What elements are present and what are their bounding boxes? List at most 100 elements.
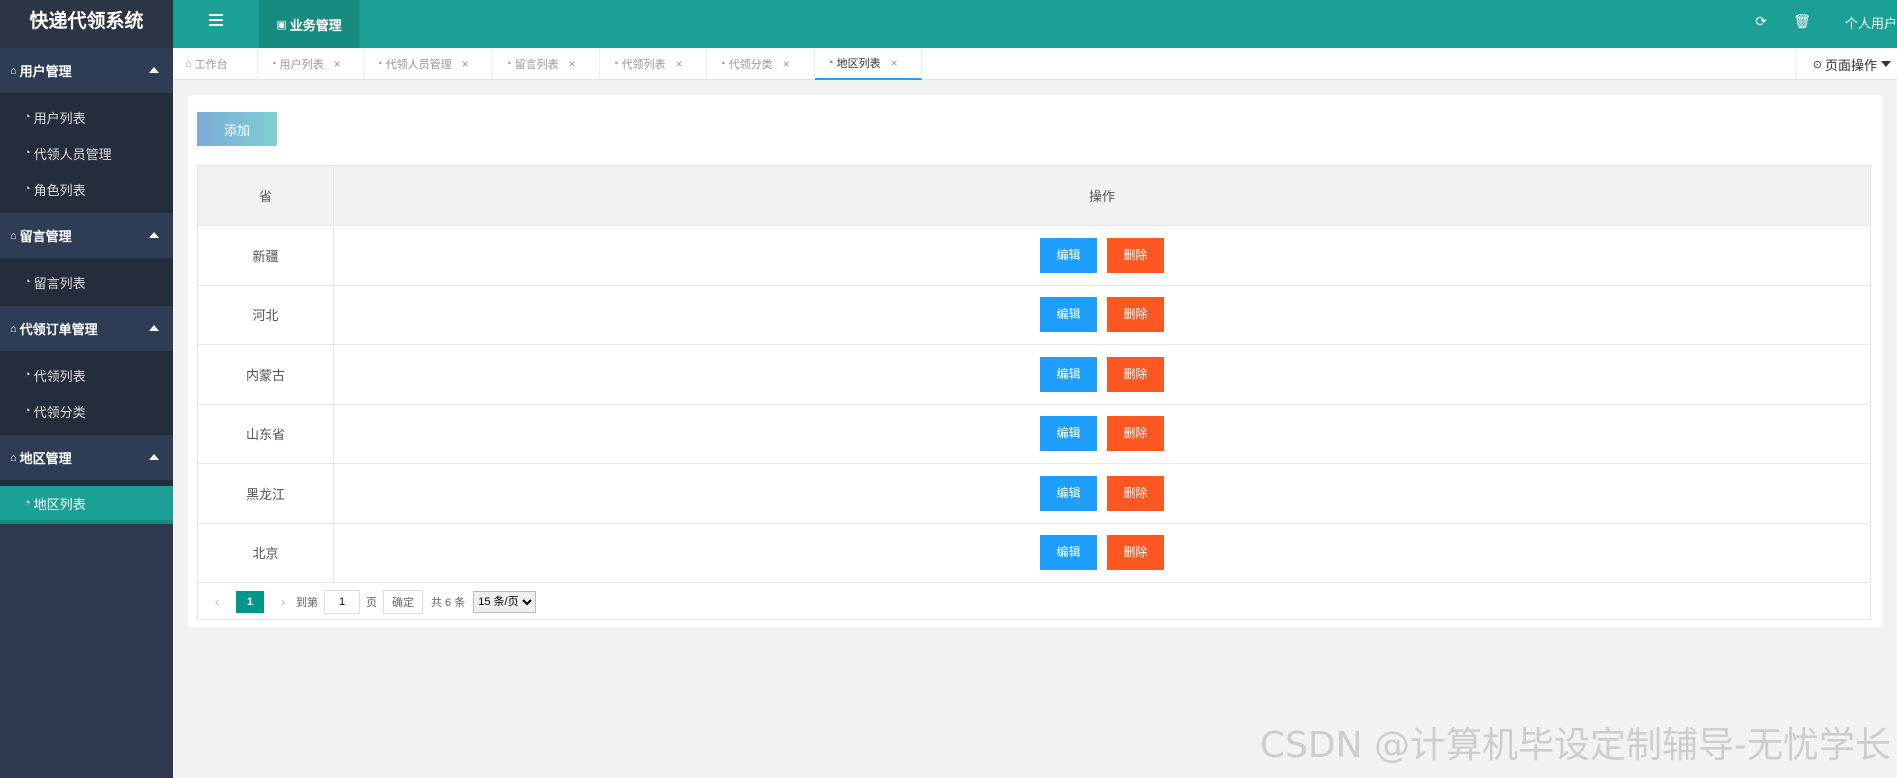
content-panel: 添加 省 操作 新疆 编辑删除 河北 编辑删除 内蒙古 编辑删除 山东省 [188,95,1882,627]
delete-button[interactable]: 删除 [1107,535,1164,571]
nav-group-user-management[interactable]: ⌂ 用户管理 [0,48,173,93]
sidebar-item-role-list[interactable]: ◔ 角色列表 [0,171,173,207]
nav-group-message-management[interactable]: ⌂ 留言管理 [0,213,173,258]
actions-cell: 编辑 删除 [333,463,1871,524]
table-row: 黑龙江 编辑 删除 [197,463,1871,524]
dashboard-icon: ◔ [827,57,834,69]
edit-button[interactable]: 编辑 [1040,297,1097,333]
tab-courier-staff[interactable]: ◔ 代领人员管理 × [364,48,493,80]
contact-card-icon: ▣ [276,18,287,31]
tab-label: 代领人员管理 [385,59,452,71]
province-cell: 内蒙古 [197,344,334,405]
close-icon[interactable]: × [462,57,469,71]
edit-button[interactable]: 编辑 [1040,237,1097,273]
close-icon[interactable]: × [334,57,341,71]
caret-up-icon [149,67,159,73]
tab-pickup-category[interactable]: ◔ 代领分类 × [707,48,815,80]
sidebar-item-label: 地区列表 [33,496,86,512]
close-icon[interactable]: × [569,57,576,71]
edit-button[interactable]: 编辑 [1040,356,1097,392]
sidebar-item-message-list[interactable]: ◔ 留言列表 [0,264,173,300]
edit-button[interactable]: 编辑 [1040,535,1097,571]
page-size-select[interactable]: 15 条/页 [473,590,537,613]
actions-cell: 编辑 删除 [333,522,1871,583]
tab-message-list[interactable]: ◔ 留言列表 × [493,48,600,80]
tab-region-list[interactable]: ◔ 地区列表 × [815,48,922,80]
sidebar-item-courier-staff[interactable]: ◔ 代领人员管理 [0,135,173,171]
next-page-icon[interactable]: › [276,594,290,609]
tab-user-list[interactable]: ◔ 用户列表 × [258,48,364,80]
dashboard-icon: ◔ [612,58,619,70]
sidebar-item-label: 代领分类 [33,404,86,420]
province-cell: 北京 [197,522,334,583]
table-row: 新疆 编辑 删除 [197,225,1871,286]
sidebar-item-pickup-category[interactable]: ◔ 代领分类 [0,393,173,429]
caret-up-icon [149,325,159,331]
sidebar-item-pickup-list[interactable]: ◔ 代领列表 [0,357,173,393]
business-management-tab[interactable]: ▣ 业务管理 [259,0,359,48]
home-icon: ⌂ [10,322,17,335]
sidebar-item-user-list[interactable]: ◔ 用户列表 [0,99,173,135]
current-page[interactable]: 1 [236,590,264,613]
business-management-label: 业务管理 [289,17,342,33]
tab-label: 留言列表 [514,59,559,71]
dashboard-icon: ◔ [24,147,31,159]
menu-toggle-icon[interactable] [209,14,223,26]
trash-icon[interactable]: 🗑 [1793,13,1811,30]
tab-label: 工作台 [194,59,228,71]
sidebar-item-label: 代领人员管理 [33,146,112,162]
sidebar-item-region-list[interactable]: ◔ 地区列表 [0,486,173,524]
home-icon: ⌂ [10,64,17,77]
tab-label: 地区列表 [836,58,881,70]
confirm-page-button[interactable]: 确定 [383,589,423,614]
province-cell: 河北 [197,284,334,345]
close-icon[interactable]: × [891,56,898,70]
column-header-province: 省 [197,165,334,226]
add-button[interactable]: 添加 [197,112,277,146]
table-row: 河北 编辑 删除 [197,284,1871,345]
nav-group-label: 代领订单管理 [19,322,98,337]
delete-button[interactable]: 删除 [1107,475,1164,511]
delete-button[interactable]: 删除 [1107,237,1164,273]
tab-workbench[interactable]: ⌂ 工作台 [173,48,258,80]
tab-label: 代领列表 [621,59,666,71]
page-number-input[interactable] [324,589,360,614]
prev-page-icon[interactable]: ‹ [210,594,224,609]
sidebar-item-label: 代领列表 [33,368,86,384]
page-operations-label: 页面操作 [1824,57,1877,73]
sidebar-item-label: 留言列表 [33,275,86,291]
province-cell: 黑龙江 [197,463,334,524]
close-icon[interactable]: × [676,57,683,71]
nav-group-label: 留言管理 [19,229,72,244]
table-row: 北京 编辑 删除 [197,522,1871,583]
user-menu[interactable]: 个人用户 [1845,13,1897,32]
caret-down-icon [1881,61,1891,67]
table-row: 山东省 编辑 删除 [197,403,1871,464]
tab-pickup-list[interactable]: ◔ 代领列表 × [600,48,707,80]
edit-button[interactable]: 编辑 [1040,475,1097,511]
dashboard-icon: ◔ [24,405,31,417]
top-header: ▣ 业务管理 ⟳ 🗑 个人用户 [173,0,1897,48]
dashboard-icon: ◔ [376,58,383,70]
close-icon[interactable]: × [783,57,790,71]
page-tabs: ⌂ 工作台 ◔ 用户列表 × ◔ 代领人员管理 × ◔ 留言列表 × ◔ 代领列… [173,48,1897,80]
column-header-actions: 操作 [333,165,1871,226]
actions-cell: 编辑 删除 [333,225,1871,286]
delete-button[interactable]: 删除 [1107,416,1164,452]
actions-cell: 编辑 删除 [333,403,1871,464]
page-operations-dropdown[interactable]: ⊙ 页面操作 [1795,48,1897,80]
refresh-icon[interactable]: ⟳ [1755,13,1767,30]
region-table: 省 操作 新疆 编辑 删除 河北 编辑 删除 内蒙古 编辑 删除 山东省 编辑 删除 黑 [197,165,1871,583]
table-header-row: 省 操作 [197,165,1871,226]
nav-group-order-management[interactable]: ⌂ 代领订单管理 [0,306,173,351]
dashboard-icon: ◔ [24,369,31,381]
home-icon: ⌂ [10,451,17,464]
dashboard-icon: ◔ [24,276,31,288]
tab-label: 用户列表 [279,59,324,71]
nav-group-region-management[interactable]: ⌂ 地区管理 [0,435,173,480]
delete-button[interactable]: 删除 [1107,356,1164,392]
edit-button[interactable]: 编辑 [1040,416,1097,452]
actions-cell: 编辑 删除 [333,344,1871,405]
home-icon: ⌂ [185,58,192,70]
delete-button[interactable]: 删除 [1107,297,1164,333]
